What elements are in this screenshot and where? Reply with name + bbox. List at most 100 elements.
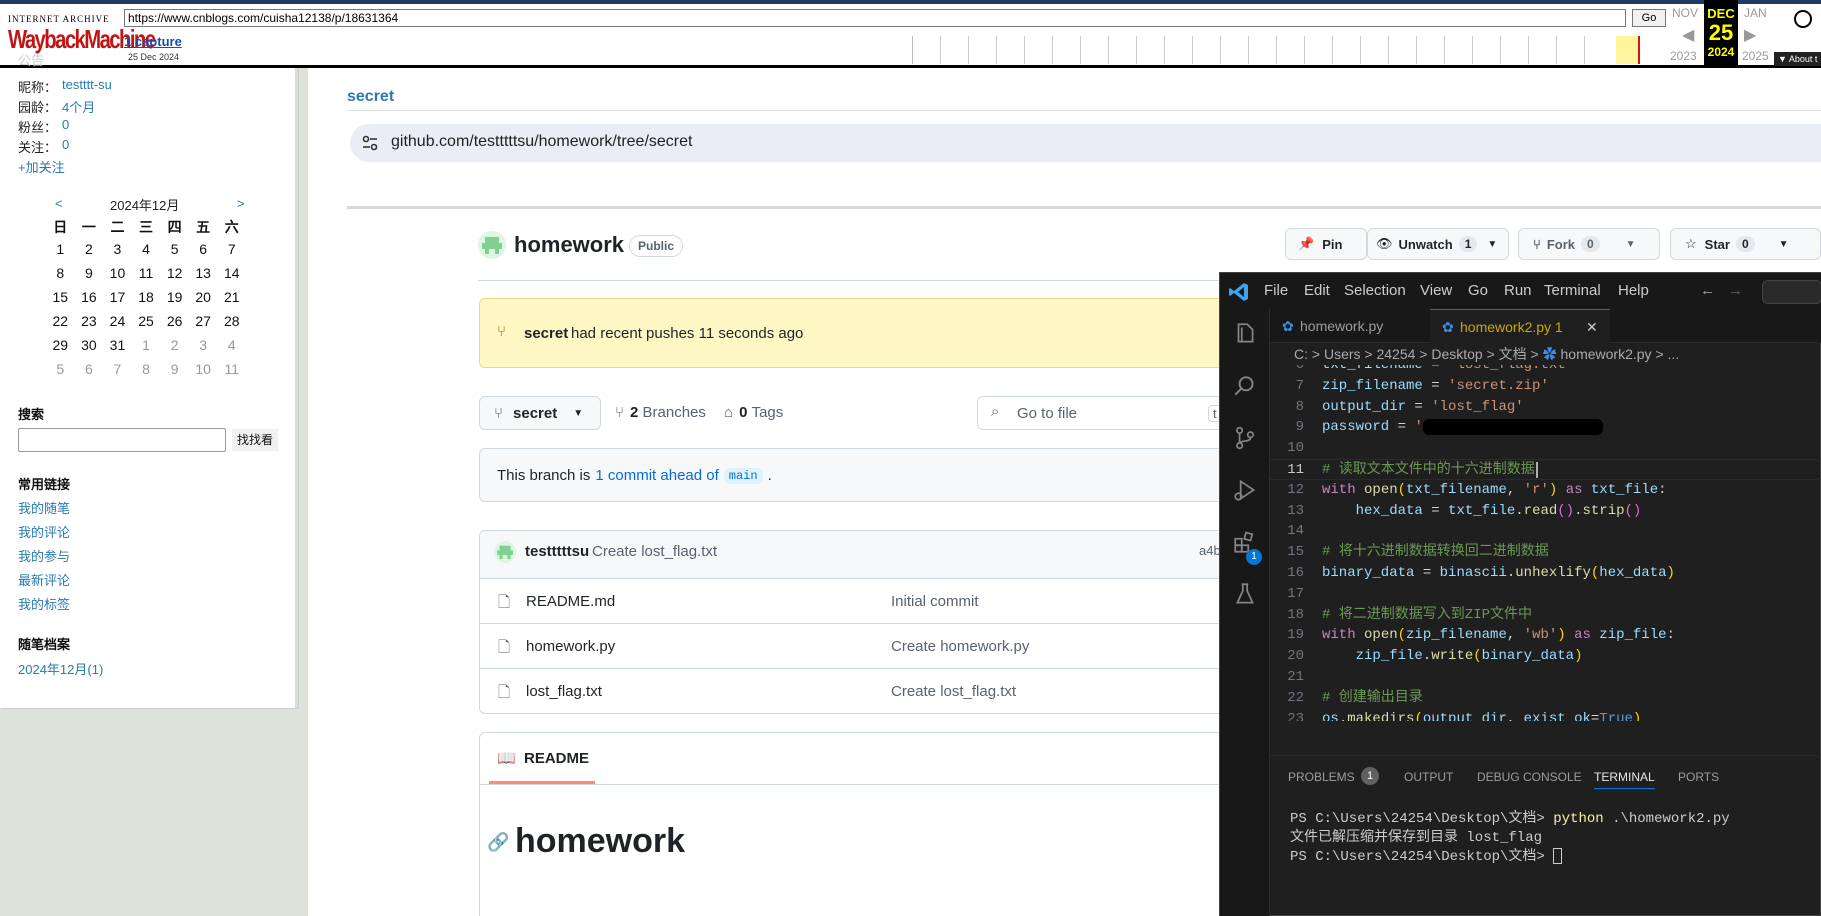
terminal-output[interactable]: PS C:\Users\24254\Desktop\文档> python .\h… xyxy=(1290,810,1730,867)
repo-avatar-icon[interactable] xyxy=(478,231,506,259)
file-name[interactable]: homework.py xyxy=(526,638,615,655)
back-arrow-icon[interactable]: ← xyxy=(1700,282,1715,299)
link-my-tags[interactable]: 我的标签 xyxy=(18,594,70,613)
close-icon[interactable]: ✕ xyxy=(1586,310,1598,344)
link-my-participation[interactable]: 我的参与 xyxy=(18,546,70,565)
panel-tab-debug-console[interactable]: DEBUG CONSOLE xyxy=(1477,770,1582,784)
calendar-day: 17 xyxy=(109,289,126,305)
calendar-day: 19 xyxy=(166,289,183,305)
follow-link[interactable]: +加关注 xyxy=(18,157,65,176)
commit-author[interactable]: testttttsu xyxy=(525,543,589,560)
star-button[interactable]: ☆ Star 0 ▼ xyxy=(1670,228,1821,260)
wayback-url-input[interactable] xyxy=(124,9,1626,27)
menu-edit[interactable]: Edit xyxy=(1304,282,1330,299)
archive-item[interactable]: 2024年12月(1) xyxy=(18,659,103,678)
tags-link[interactable]: ⌂ 0 Tags xyxy=(724,404,783,421)
menu-view[interactable]: View xyxy=(1420,282,1452,299)
user-icon[interactable] xyxy=(1794,10,1812,28)
calendar-day: 1 xyxy=(142,337,150,353)
next-year[interactable]: 2025 xyxy=(1742,49,1769,63)
unwatch-button[interactable]: 👁 Unwatch 1 ▼ xyxy=(1367,228,1509,260)
search-icon[interactable] xyxy=(1232,373,1258,399)
run-debug-icon[interactable] xyxy=(1232,477,1258,503)
commit-message[interactable]: Create lost_flag.txt xyxy=(592,543,717,560)
file-name[interactable]: README.md xyxy=(526,593,615,610)
calendar-day: 15 xyxy=(52,289,69,305)
commit-author-avatar-icon[interactable] xyxy=(494,541,516,563)
menu-file[interactable]: File xyxy=(1264,282,1288,299)
vscode-window: File Edit Selection View Go Run Terminal… xyxy=(1219,272,1821,916)
problems-count-badge: 1 xyxy=(1361,767,1379,785)
profile-value-fans[interactable]: 0 xyxy=(62,117,69,132)
commit-hash[interactable]: a4b xyxy=(1199,543,1221,558)
sparkline-capture-bar[interactable] xyxy=(1638,36,1640,64)
branch-select-button[interactable]: ⑂ secret ▼ xyxy=(479,396,601,430)
forward-arrow-icon[interactable]: → xyxy=(1728,282,1743,299)
tab-homework2-py[interactable]: ✿ homework2.py 1 ✕ xyxy=(1430,309,1610,343)
menu-selection[interactable]: Selection xyxy=(1344,282,1406,299)
file-name[interactable]: lost_flag.txt xyxy=(526,683,602,700)
prev-year[interactable]: 2023 xyxy=(1670,49,1697,63)
source-control-icon[interactable] xyxy=(1232,425,1258,451)
panel-tab-terminal[interactable]: TERMINAL xyxy=(1594,770,1655,789)
panel-tab-output[interactable]: OUTPUT xyxy=(1404,770,1453,784)
menu-terminal[interactable]: Terminal xyxy=(1544,282,1601,299)
breadcrumb-file[interactable]: homework2.py > ... xyxy=(1561,346,1680,362)
branches-link[interactable]: ⑂ 2 Branches xyxy=(615,404,706,421)
go-to-file-input[interactable] xyxy=(977,396,1237,430)
branch-icon: ⑂ xyxy=(497,323,507,340)
go-button[interactable]: Go xyxy=(1632,9,1666,27)
tab-homework-py[interactable]: ✿ homework.py xyxy=(1270,309,1430,343)
menu-go[interactable]: Go xyxy=(1468,282,1488,299)
menu-run[interactable]: Run xyxy=(1504,282,1532,299)
ahead-link[interactable]: 1 commit ahead of xyxy=(595,467,718,484)
calendar-day: 28 xyxy=(223,313,240,329)
about-button[interactable]: ▼ About t xyxy=(1774,52,1821,66)
post-secret-link[interactable]: secret xyxy=(347,88,394,106)
calendar-day: 8 xyxy=(142,361,150,377)
pin-button[interactable]: 📌 Pin xyxy=(1285,228,1367,260)
next-arrow-icon[interactable]: ▶ xyxy=(1744,25,1756,45)
file-commit-msg[interactable]: Initial commit xyxy=(891,593,979,610)
link-latest-comments[interactable]: 最新评论 xyxy=(18,570,70,589)
calendar-next[interactable]: > xyxy=(237,196,245,211)
readme-tab[interactable]: README xyxy=(524,750,589,767)
link-my-comments[interactable]: 我的评论 xyxy=(18,522,70,541)
panel-tab-problems[interactable]: PROBLEMS xyxy=(1288,770,1355,784)
bottom-panel: PROBLEMS 1 OUTPUT DEBUG CONSOLE TERMINAL… xyxy=(1270,755,1821,916)
chevron-down-icon: ▼ xyxy=(1778,238,1789,250)
menu-help[interactable]: Help xyxy=(1618,282,1649,299)
profile-value-nickname[interactable]: testttt-su xyxy=(62,77,112,92)
prev-arrow-icon[interactable]: ◀ xyxy=(1682,25,1694,45)
file-commit-msg[interactable]: Create lost_flag.txt xyxy=(891,683,1016,700)
calendar-day: 5 xyxy=(56,361,65,377)
link-my-posts[interactable]: 我的随笔 xyxy=(18,498,70,517)
search-button[interactable]: 找找看 xyxy=(232,429,278,451)
code-editor[interactable]: 6 txt_filename = 'lost_flag.txt' 7 zip_fil… xyxy=(1270,365,1821,721)
captures-link[interactable]: 1 capture xyxy=(124,34,182,49)
command-center-search[interactable] xyxy=(1762,280,1821,304)
calendar-prev[interactable]: < xyxy=(55,196,63,211)
site-settings-icon[interactable] xyxy=(361,134,379,152)
profile-value-age[interactable]: 4个月 xyxy=(62,97,95,116)
repo-name[interactable]: homework xyxy=(514,232,624,258)
panel-tab-ports[interactable]: PORTS xyxy=(1678,770,1719,784)
prev-month[interactable]: NOV xyxy=(1672,6,1698,20)
push-branch-name[interactable]: secret xyxy=(524,325,568,342)
base-branch-badge[interactable]: main xyxy=(723,467,763,484)
anchor-link-icon[interactable]: 🔗 xyxy=(487,832,509,853)
calendar-header-row: 日一二三四五六 xyxy=(46,217,246,241)
blog-search-input[interactable] xyxy=(18,428,226,452)
breadcrumb-path[interactable]: C: > Users > 24254 > Desktop > 文档 > xyxy=(1294,346,1543,362)
file-commit-msg[interactable]: Create homework.py xyxy=(891,638,1029,655)
explorer-icon[interactable] xyxy=(1232,321,1258,347)
fork-button[interactable]: ⑂ Fork 0 ▼ xyxy=(1518,228,1660,260)
capture-sparkline[interactable] xyxy=(912,36,1612,64)
testing-flask-icon[interactable] xyxy=(1232,581,1258,607)
branches-count: 2 xyxy=(630,404,639,421)
tab-label: homework.py xyxy=(1300,318,1384,334)
next-month[interactable]: JAN xyxy=(1744,6,1767,20)
calendar-day: 4 xyxy=(142,241,150,257)
profile-value-follow[interactable]: 0 xyxy=(62,137,69,152)
address-url[interactable]: github.com/testttttsu/homework/tree/secr… xyxy=(391,133,692,151)
